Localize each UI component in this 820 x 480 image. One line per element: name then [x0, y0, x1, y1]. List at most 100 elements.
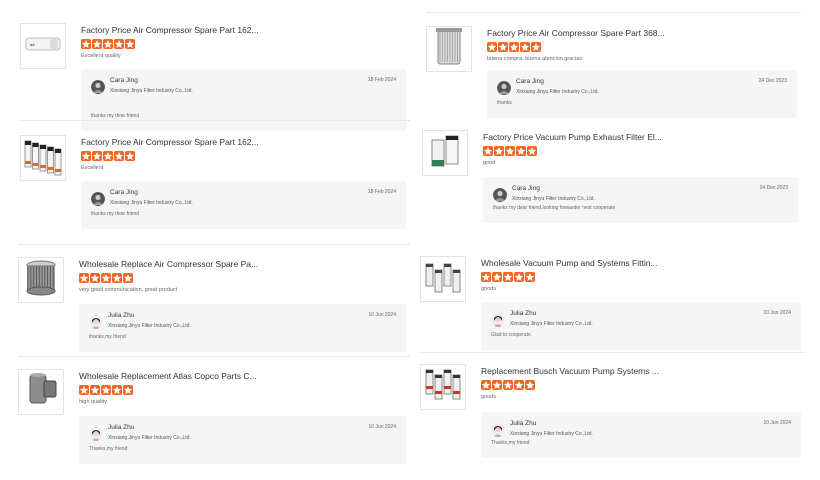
review-separator [426, 12, 801, 13]
star-icon [79, 273, 89, 283]
review-card: ■■ Factory Price Air Compressor Spare Par… [20, 15, 410, 131]
star-icon [527, 146, 537, 156]
avatar [89, 427, 103, 441]
product-title[interactable]: Factory Price Air Compressor Spare Part … [81, 137, 259, 147]
star-icon [503, 272, 513, 282]
reply-author-name: Cara Jing [516, 78, 544, 85]
star-icon [492, 380, 502, 390]
avatar [91, 80, 105, 94]
review-card: Wholesale Replacement Atlas Copco Parts … [18, 356, 410, 464]
product-thumbnail[interactable] [420, 364, 466, 410]
reply-text: Thanks,my friend [89, 446, 128, 452]
product-title[interactable]: Factory Price Vacuum Pump Exhaust Filter… [483, 132, 662, 142]
avatar [493, 188, 507, 202]
star-icon [514, 380, 524, 390]
star-icon [525, 272, 535, 282]
separator-filter-icon [20, 369, 62, 416]
seller-reply: Cara Jing Xinxiang Jinyu Filter Industry… [81, 69, 406, 131]
reply-date: 10 Jun 2024 [368, 424, 396, 430]
svg-text:■■: ■■ [30, 42, 35, 47]
star-icon [498, 42, 508, 52]
reply-company: Xinxiang Jinyu Filter Industry Co.,Ltd. [110, 200, 193, 206]
star-icon [112, 385, 122, 395]
review-card: Factory Price Air Compressor Spare Part … [426, 12, 801, 118]
star-icon [514, 272, 524, 282]
reply-company: Xinxiang Jinyu Filter Industry Co.,Ltd. [512, 196, 595, 202]
rating-stars [81, 151, 135, 161]
filter-element-icon [428, 26, 470, 73]
reply-author-name: Julia Zhu [510, 310, 537, 317]
filter-set-icon [22, 135, 64, 182]
star-icon [525, 380, 535, 390]
product-thumbnail[interactable] [20, 135, 66, 181]
product-thumbnail[interactable] [422, 130, 468, 176]
review-card: Factory Price Vacuum Pump Exhaust Filter… [422, 130, 802, 223]
star-icon [503, 380, 513, 390]
review-comment: buena compra, buena atencion gracias [487, 56, 583, 62]
reply-date: 24 Dec 2023 [758, 78, 787, 84]
review-comment: Excellent [81, 165, 104, 171]
review-comment: goods [481, 286, 496, 292]
product-thumbnail[interactable] [420, 256, 466, 302]
rating-stars [481, 272, 535, 282]
review-separator [18, 356, 410, 357]
avatar [491, 313, 505, 327]
rating-stars [483, 146, 537, 156]
review-separator [420, 352, 805, 353]
star-icon [103, 151, 113, 161]
star-icon [81, 39, 91, 49]
star-icon [90, 385, 100, 395]
reply-company: Xinxiang Jinyu Filter Industry Co.,Ltd. [108, 435, 191, 441]
reply-company: Xinxiang Jinyu Filter Industry Co.,Ltd. [510, 431, 593, 437]
product-thumbnail[interactable] [18, 257, 64, 303]
filter-kit-icon [422, 364, 464, 411]
star-icon [114, 151, 124, 161]
pleated-filter-icon [20, 257, 62, 304]
star-icon [487, 42, 497, 52]
product-title[interactable]: Factory Price Air Compressor Spare Part … [487, 28, 665, 38]
filter-group-icon [422, 256, 464, 303]
seller-reply: Julia Zhu Xinxiang Jinyu Filter Industry… [481, 302, 801, 350]
product-title[interactable]: Wholesale Replace Air Compressor Spare P… [79, 259, 258, 269]
star-icon [79, 385, 89, 395]
product-title[interactable]: Wholesale Vacuum Pump and Systems Fittin… [481, 258, 658, 268]
seller-reply: Julia Zhu Xinxiang Jinyu Filter Industry… [79, 304, 406, 352]
reply-date: 24 Dec 2023 [759, 185, 788, 191]
review-comment: high quality [79, 399, 107, 405]
product-thumbnail[interactable] [426, 26, 472, 72]
star-icon [101, 273, 111, 283]
reply-company: Xinxiang Jinyu Filter Industry Co.,Ltd. [516, 89, 599, 95]
star-icon [92, 39, 102, 49]
reply-author-name: Julia Zhu [510, 420, 537, 427]
product-thumbnail[interactable] [18, 369, 64, 415]
star-icon [114, 39, 124, 49]
avatar [497, 81, 511, 95]
review-separator [18, 244, 410, 245]
product-title[interactable]: Replacement Busch Vacuum Pump Systems ..… [481, 366, 659, 376]
review-comment: Excellent quality [81, 53, 121, 59]
review-comment: good [483, 160, 496, 166]
review-separator [20, 120, 410, 121]
star-icon [520, 42, 530, 52]
reply-author-name: Julia Zhu [108, 424, 135, 431]
reply-text: Glad to cooperate. [491, 332, 533, 338]
star-icon [494, 146, 504, 156]
product-title[interactable]: Factory Price Air Compressor Spare Part … [81, 25, 259, 35]
avatar [89, 315, 103, 329]
star-icon [516, 146, 526, 156]
reply-text: thanks,my friend [89, 334, 126, 340]
star-icon [509, 42, 519, 52]
reply-text: thanks my dear friend [91, 113, 140, 119]
seller-reply: Cara Jing Xinxiang Jinyu Filter Industry… [487, 70, 797, 118]
star-icon [492, 272, 502, 282]
star-icon [112, 273, 122, 283]
avatar [491, 423, 505, 437]
reply-date: 10 Jun 2024 [763, 310, 791, 316]
rating-stars [487, 42, 541, 52]
product-title[interactable]: Wholesale Replacement Atlas Copco Parts … [79, 371, 257, 381]
rating-stars [79, 273, 133, 283]
product-thumbnail[interactable]: ■■ [20, 23, 66, 69]
star-icon [505, 146, 515, 156]
star-icon [92, 151, 102, 161]
seller-reply: Cara Jing Xinxiang Jinyu Filter Industry… [81, 181, 406, 229]
